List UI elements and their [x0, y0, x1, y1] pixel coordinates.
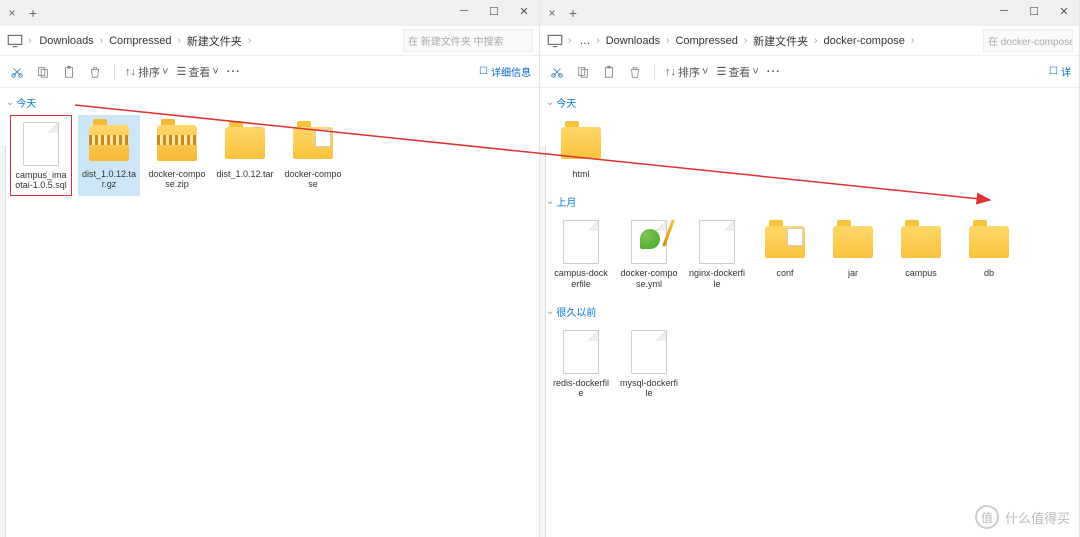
file-label: campus — [905, 268, 937, 278]
file-item[interactable]: nginx-dockerfile — [686, 214, 748, 293]
section-last-month[interactable]: 上月 — [546, 191, 1067, 212]
details-button[interactable]: ☐ 详 — [1049, 64, 1071, 79]
file-item[interactable]: campus-dockerfile — [550, 214, 612, 293]
watermark: 值 什么值得买 — [975, 505, 1070, 529]
view-label: 查看 — [188, 64, 210, 80]
file-item[interactable]: db — [958, 214, 1020, 293]
file-label: html — [572, 169, 589, 179]
window-controls: ─ ☐ ✕ — [449, 0, 539, 22]
crumb-item[interactable]: 新建文件夹 — [749, 31, 812, 51]
details-label: 详细信息 — [491, 64, 531, 79]
file-label: dist_1.0.12.tar — [216, 169, 273, 179]
close-icon[interactable]: ✕ — [509, 0, 539, 22]
file-item[interactable]: conf — [754, 214, 816, 293]
copy-icon[interactable] — [34, 63, 52, 81]
right-pane: × + ─ ☐ ✕ › …› Downloads› Compressed› 新建… — [540, 0, 1080, 537]
address-bar: › Downloads› Compressed› 新建文件夹› 在 新建文件夹 … — [0, 26, 539, 56]
more-icon[interactable]: ··· — [767, 66, 781, 78]
minimize-icon[interactable]: ─ — [449, 0, 479, 22]
chevron-right-icon: › — [568, 35, 571, 46]
file-grid: 今天 html 上月 campus-dockerfile docker-compo… — [540, 88, 1079, 537]
address-bar: › …› Downloads› Compressed› 新建文件夹› docke… — [540, 26, 1079, 56]
tab-close-icon[interactable]: × — [2, 3, 22, 23]
breadcrumb[interactable]: …› Downloads› Compressed› 新建文件夹› docker-… — [575, 31, 979, 51]
monitor-icon[interactable] — [546, 32, 564, 50]
section-earlier[interactable]: 很久以前 — [546, 301, 1067, 322]
copy-icon[interactable] — [574, 63, 592, 81]
view-button[interactable]: ☰ 查看 ˅ — [716, 64, 758, 80]
delete-icon[interactable] — [626, 63, 644, 81]
crumb-item[interactable]: Downloads — [602, 33, 664, 49]
file-label: redis-dockerfile — [552, 378, 610, 399]
tab-add-icon[interactable]: + — [22, 2, 44, 24]
toolbar: ↑↓ 排序 ˅ ☰ 查看 ˅ ··· ☐ 详细信息 — [0, 56, 539, 88]
sort-button[interactable]: ↑↓ 排序 ˅ — [665, 64, 708, 80]
file-label: docker-compose.yml — [620, 268, 678, 289]
section-today[interactable]: 今天 — [546, 92, 1067, 113]
crumb-item[interactable]: Downloads — [35, 33, 97, 49]
details-label: 详 — [1061, 64, 1071, 79]
file-label: nginx-dockerfile — [688, 268, 746, 289]
close-icon[interactable]: ✕ — [1049, 0, 1079, 22]
window-controls: ─ ☐ ✕ — [989, 0, 1079, 22]
file-label: conf — [776, 268, 793, 278]
paste-icon[interactable] — [600, 63, 618, 81]
crumb-item[interactable]: 新建文件夹 — [183, 31, 246, 51]
search-input[interactable]: 在 新建文件夹 中搜索 — [403, 29, 533, 52]
cut-icon[interactable] — [8, 63, 26, 81]
sort-button[interactable]: ↑↓ 排序 ˅ — [125, 64, 168, 80]
file-label: jar — [848, 268, 858, 278]
sort-label: 排序 — [678, 64, 700, 80]
sort-label: 排序 — [138, 64, 160, 80]
tab-bar: × + ─ ☐ ✕ — [0, 0, 539, 26]
chevron-right-icon: › — [28, 35, 31, 46]
crumb-item[interactable]: docker-compose — [820, 33, 909, 49]
file-item[interactable]: redis-dockerfile — [550, 324, 612, 403]
watermark-icon: 值 — [975, 505, 999, 529]
file-item[interactable]: docker-compose — [282, 115, 344, 196]
view-button[interactable]: ☰ 查看 ˅ — [176, 64, 218, 80]
left-pane: × + ─ ☐ ✕ › Downloads› Compressed› 新建文件夹… — [0, 0, 540, 537]
paste-icon[interactable] — [60, 63, 78, 81]
monitor-icon[interactable] — [6, 32, 24, 50]
toolbar: ↑↓ 排序 ˅ ☰ 查看 ˅ ··· ☐ 详 — [540, 56, 1079, 88]
search-input[interactable]: 在 docker-compose 中搜索 — [983, 29, 1073, 52]
breadcrumb[interactable]: Downloads› Compressed› 新建文件夹› — [35, 31, 399, 51]
file-item[interactable]: html — [550, 115, 612, 183]
tab-add-icon[interactable]: + — [562, 2, 584, 24]
file-label: campus-dockerfile — [552, 268, 610, 289]
file-item[interactable]: campus — [890, 214, 952, 293]
view-label: 查看 — [728, 64, 750, 80]
file-item[interactable]: campus_imaotai-1.0.5.sql — [10, 115, 72, 196]
file-label: mysql-dockerfile — [620, 378, 678, 399]
file-item[interactable]: docker-compose.yml — [618, 214, 680, 293]
tab-bar: × + ─ ☐ ✕ — [540, 0, 1079, 26]
tab-close-icon[interactable]: × — [542, 3, 562, 23]
file-item[interactable]: mysql-dockerfile — [618, 324, 680, 403]
maximize-icon[interactable]: ☐ — [1019, 0, 1049, 22]
crumb-item[interactable]: Compressed — [671, 33, 741, 49]
minimize-icon[interactable]: ─ — [989, 0, 1019, 22]
more-icon[interactable]: ··· — [227, 66, 241, 78]
file-label: docker-compose.zip — [148, 169, 206, 190]
file-item[interactable]: dist_1.0.12.tar — [214, 115, 276, 196]
file-label: dist_1.0.12.tar.gz — [80, 169, 138, 190]
delete-icon[interactable] — [86, 63, 104, 81]
file-item[interactable]: dist_1.0.12.tar.gz — [78, 115, 140, 196]
crumb-item[interactable]: Compressed — [105, 33, 175, 49]
file-label: db — [984, 268, 994, 278]
file-label: docker-compose — [284, 169, 342, 190]
file-item[interactable]: jar — [822, 214, 884, 293]
file-label: campus_imaotai-1.0.5.sql — [13, 170, 69, 191]
maximize-icon[interactable]: ☐ — [479, 0, 509, 22]
cut-icon[interactable] — [548, 63, 566, 81]
section-today[interactable]: 今天 — [6, 92, 527, 113]
watermark-text: 什么值得买 — [1005, 508, 1070, 527]
details-button[interactable]: ☐ 详细信息 — [479, 64, 531, 79]
crumb-item[interactable]: … — [575, 33, 594, 49]
file-item[interactable]: docker-compose.zip — [146, 115, 208, 196]
file-grid: 今天 campus_imaotai-1.0.5.sql dist_1.0.12.t… — [0, 88, 539, 537]
